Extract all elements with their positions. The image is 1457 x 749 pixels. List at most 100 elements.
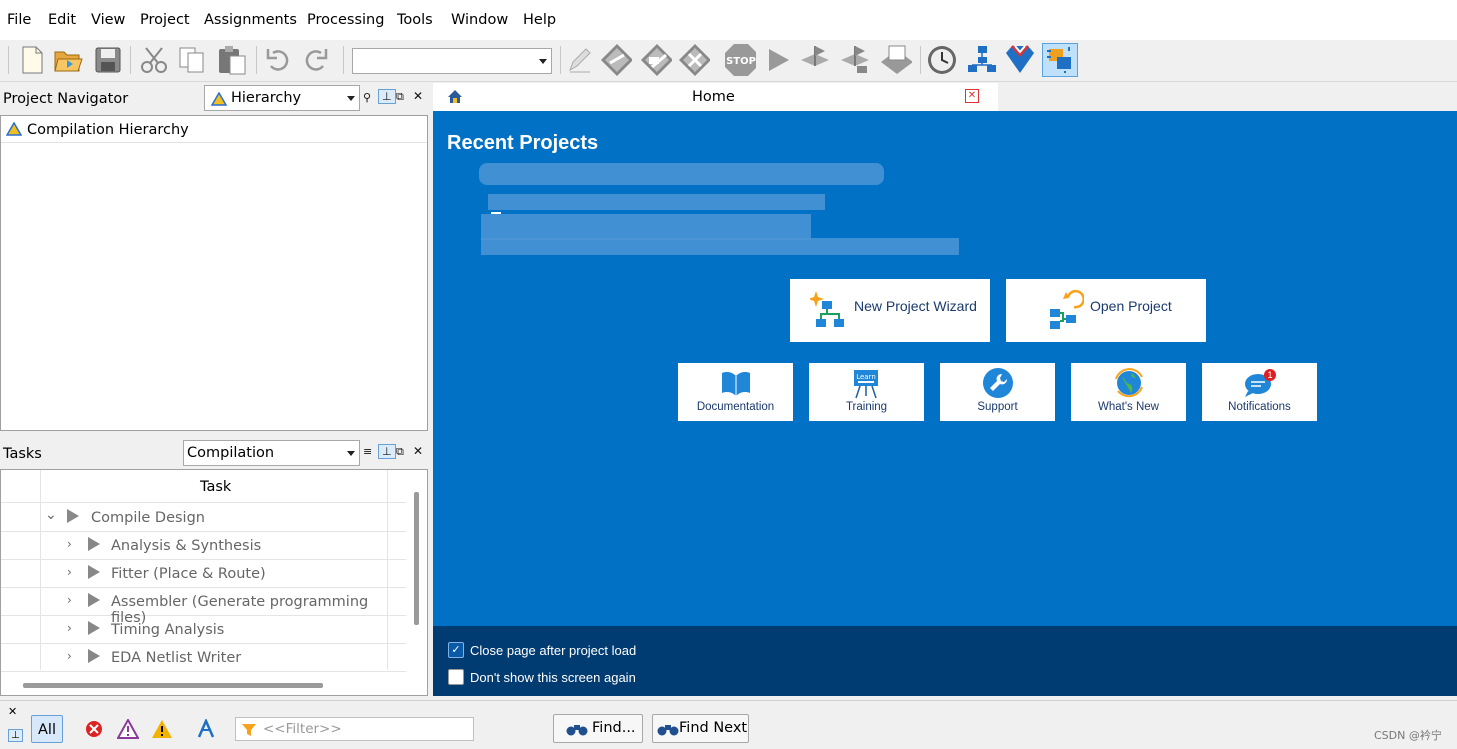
- programmer-icon[interactable]: [880, 44, 912, 76]
- pencil-icon[interactable]: [564, 44, 596, 76]
- play-icon[interactable]: [762, 44, 794, 76]
- close-icon[interactable]: ✕: [413, 89, 423, 103]
- pin-icon[interactable]: ⊥: [8, 729, 23, 742]
- menu-view[interactable]: View: [91, 12, 125, 28]
- hierarchy-row[interactable]: Compilation Hierarchy: [1, 116, 427, 143]
- filter-all-button[interactable]: All: [31, 715, 63, 743]
- chip-planner-icon[interactable]: [1003, 44, 1035, 76]
- copy-icon[interactable]: [176, 44, 208, 76]
- chevron-right-icon[interactable]: ›: [67, 593, 72, 607]
- chevron-right-icon[interactable]: ›: [67, 621, 72, 635]
- dont-show-checkbox[interactable]: [448, 669, 464, 685]
- compile-flag-icon[interactable]: [799, 44, 831, 76]
- critical-warning-filter-icon[interactable]: [114, 715, 142, 743]
- navigator-view-dropdown[interactable]: Hierarchy: [204, 85, 360, 111]
- chevron-down-icon: [539, 59, 547, 64]
- close-tab-icon[interactable]: ✕: [965, 89, 979, 103]
- menu-window[interactable]: Window: [451, 12, 508, 28]
- run-task-icon[interactable]: [88, 649, 100, 663]
- filter-all-label: All: [38, 722, 56, 738]
- float-icon[interactable]: ⧉: [396, 90, 404, 104]
- navigator-panel: Compilation Hierarchy: [0, 115, 428, 431]
- open-folder-icon[interactable]: [52, 44, 84, 76]
- training-button[interactable]: Learn Training: [809, 363, 924, 421]
- run-task-icon[interactable]: [67, 509, 79, 523]
- menu-edit[interactable]: Edit: [48, 12, 76, 28]
- open-project-button[interactable]: Open Project: [1006, 279, 1206, 342]
- find-next-label: Find Next: [679, 720, 748, 736]
- run-task-icon[interactable]: [88, 621, 100, 635]
- error-filter-icon[interactable]: [80, 715, 108, 743]
- close-icon[interactable]: ✕: [8, 705, 17, 718]
- task-row-eda-netlist-writer[interactable]: › EDA Netlist Writer: [1, 643, 406, 672]
- chevron-right-icon[interactable]: ›: [67, 649, 72, 663]
- whats-new-button[interactable]: What's New: [1071, 363, 1186, 421]
- new-project-wizard-button[interactable]: New Project Wizard: [790, 279, 990, 342]
- chevron-down-icon[interactable]: ⌄: [45, 507, 57, 523]
- task-row-fitter[interactable]: › Fitter (Place & Route): [1, 559, 406, 588]
- search-icon[interactable]: ⚲: [363, 91, 371, 104]
- support-button[interactable]: Support: [940, 363, 1055, 421]
- analysis-icon[interactable]: [600, 44, 632, 76]
- run-task-icon[interactable]: [88, 537, 100, 551]
- horizontal-scrollbar[interactable]: [23, 683, 323, 688]
- tasks-title: Tasks: [3, 446, 42, 462]
- revision-combo[interactable]: [352, 48, 552, 74]
- new-project-wizard-label: New Project Wizard: [854, 298, 977, 314]
- cut-icon[interactable]: [138, 44, 170, 76]
- find-button[interactable]: Find...: [553, 714, 643, 743]
- chevron-right-icon[interactable]: ›: [67, 537, 72, 551]
- home-footer: ✓ Close page after project load Don't sh…: [433, 626, 1457, 696]
- paste-icon[interactable]: [216, 44, 248, 76]
- menu-tools[interactable]: Tools: [397, 12, 433, 28]
- run-task-icon[interactable]: [88, 593, 100, 607]
- menu-processing[interactable]: Processing: [307, 12, 384, 28]
- tasks-panel: Task ⌄ Compile Design › Analysis & Synth…: [0, 469, 428, 696]
- pin-planner-icon[interactable]: [1042, 43, 1078, 77]
- close-icon[interactable]: ✕: [413, 444, 423, 458]
- synthesis-icon[interactable]: [640, 44, 672, 76]
- message-filter-input[interactable]: <<Filter>>: [235, 717, 474, 741]
- chevron-right-icon[interactable]: ›: [67, 565, 72, 579]
- fitter-icon[interactable]: [678, 44, 710, 76]
- stop-icon[interactable]: STOP: [724, 44, 756, 76]
- warning-filter-icon[interactable]: [148, 715, 176, 743]
- home-icon: [448, 90, 462, 103]
- find-next-button[interactable]: Find Next: [652, 714, 749, 743]
- tab-home-label: Home: [692, 89, 735, 105]
- pin-icon[interactable]: ⊥: [378, 89, 396, 104]
- run-task-icon[interactable]: [88, 565, 100, 579]
- menu-assignments[interactable]: Assignments: [204, 12, 297, 28]
- timing-clock-icon[interactable]: [926, 44, 958, 76]
- info-filter-icon[interactable]: [192, 715, 220, 743]
- undo-icon[interactable]: [262, 44, 294, 76]
- notifications-button[interactable]: 1 Notifications: [1202, 363, 1317, 421]
- documentation-button[interactable]: Documentation: [678, 363, 793, 421]
- task-row-compile-design[interactable]: ⌄ Compile Design: [1, 503, 406, 532]
- task-row-timing-analysis[interactable]: › Timing Analysis: [1, 615, 406, 644]
- hierarchy-warning-icon: [6, 122, 22, 136]
- tasks-flow-dropdown[interactable]: Compilation: [183, 440, 360, 466]
- svg-text:Learn: Learn: [856, 373, 876, 381]
- redo-icon[interactable]: [300, 44, 332, 76]
- support-label: Support: [977, 401, 1018, 413]
- recent-projects-title: Recent Projects: [447, 132, 599, 154]
- compile-flag2-icon[interactable]: [839, 44, 871, 76]
- home-page: Recent Projects New Project Wizard Open …: [433, 111, 1457, 626]
- tab-home[interactable]: Home ✕: [433, 83, 998, 112]
- menu-project[interactable]: Project: [140, 12, 190, 28]
- task-row-analysis-synthesis[interactable]: › Analysis & Synthesis: [1, 531, 406, 560]
- tasks-header: Tasks Compilation ≡ ⊥ ⧉ ✕: [0, 437, 428, 469]
- menu-file[interactable]: File: [7, 12, 31, 28]
- vertical-scrollbar[interactable]: [414, 492, 419, 625]
- netlist-icon[interactable]: [966, 44, 998, 76]
- new-file-icon[interactable]: [16, 44, 48, 76]
- save-icon[interactable]: [92, 44, 124, 76]
- pin-icon[interactable]: ⊥: [378, 444, 396, 459]
- close-page-checkbox[interactable]: ✓: [448, 642, 464, 658]
- task-row-assembler[interactable]: › Assembler (Generate programming files): [1, 587, 406, 626]
- float-icon[interactable]: ⧉: [396, 445, 404, 459]
- menu-help[interactable]: Help: [523, 12, 556, 28]
- chevron-down-icon: [347, 451, 355, 456]
- list-icon[interactable]: ≡: [363, 445, 372, 458]
